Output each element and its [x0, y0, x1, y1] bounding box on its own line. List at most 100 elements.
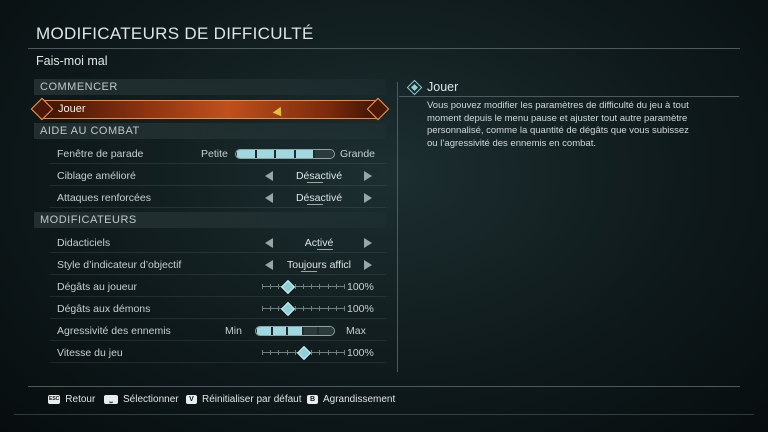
row-tutorials[interactable]: Didacticiels Activé [34, 233, 386, 253]
slider-tick [262, 306, 263, 311]
objective-indicator-label: Style d’indicateur d’objectif [57, 259, 182, 271]
slider-segment [272, 327, 287, 335]
page-title: MODIFICATEURS DE DIFFICULTÉ [36, 24, 314, 43]
hint-reset[interactable]: V Réinitialiser par défaut [186, 394, 302, 405]
attacks-prev-arrow-icon[interactable] [265, 193, 273, 203]
slider-tick [311, 284, 312, 289]
aggression-max-label: Max [346, 325, 366, 337]
row-aim-assist[interactable]: Ciblage amélioré Désactivé [34, 166, 386, 186]
slider-tick [303, 306, 304, 311]
slider-tick [270, 350, 271, 355]
section-start-label: COMMENCER [40, 81, 118, 93]
objective-option-indicator [301, 271, 317, 272]
title-divider [28, 48, 740, 49]
parry-max-label: Grande [340, 148, 376, 160]
slider-segment [256, 150, 275, 158]
row-parry-window[interactable]: Fenêtre de parade Petite Grande [34, 144, 386, 164]
slider-segment [319, 327, 333, 335]
bottom-frame-line [14, 414, 754, 415]
play-button[interactable]: Jouer [30, 97, 390, 121]
slider-segment [315, 150, 333, 158]
row-separator [50, 318, 386, 319]
tutorials-option-indicator [317, 249, 333, 250]
slider-tick [344, 284, 345, 289]
slider-tick [270, 306, 271, 311]
damage-to-demons-label: Dégâts aux démons [57, 303, 151, 315]
row-separator [50, 274, 386, 275]
description-body: Vous pouvez modifier les paramètres de d… [427, 100, 689, 149]
aim-assist-value: Désactivé [295, 170, 343, 182]
row-enemy-aggression[interactable]: Agressivité des ennemis Min Max [34, 321, 386, 341]
section-modifiers-label: MODIFICATEURS [40, 214, 137, 226]
slider-tick [287, 350, 288, 355]
hint-select[interactable]: ⎵ Sélectionner [104, 394, 179, 405]
enhanced-attacks-label: Attaques renforcées [57, 192, 151, 204]
description-divider [399, 96, 739, 97]
section-combat-assist: AIDE AU COMBAT [34, 123, 386, 139]
row-separator [50, 362, 386, 363]
space-key-icon: ⎵ [104, 395, 118, 404]
slider-tick [344, 350, 345, 355]
enemy-aggression-slider[interactable] [255, 326, 335, 336]
esc-key-icon: ESC [48, 395, 61, 404]
hint-back[interactable]: ESC Retour [48, 394, 95, 405]
objective-next-arrow-icon[interactable] [364, 260, 372, 270]
slider-tick [328, 306, 329, 311]
slider-tick [319, 350, 320, 355]
objective-indicator-value: Toujours afficl [286, 259, 351, 271]
slider-tick [336, 350, 337, 355]
row-game-speed[interactable]: Vitesse du jeu 100% [34, 343, 386, 363]
damage-to-demons-slider[interactable] [262, 299, 345, 319]
objective-prev-arrow-icon[interactable] [265, 260, 273, 270]
row-separator [50, 185, 386, 186]
damage-to-player-slider[interactable] [262, 277, 345, 297]
row-damage-to-player[interactable]: Dégâts au joueur 100% [34, 277, 386, 297]
attacks-next-arrow-icon[interactable] [364, 193, 372, 203]
damage-to-demons-value: 100% [347, 303, 374, 315]
row-separator [50, 252, 386, 253]
hint-zoom[interactable]: B Agrandissement [307, 394, 395, 405]
slider-segment [257, 327, 271, 335]
parry-window-slider[interactable] [235, 149, 335, 159]
hint-select-label: Sélectionner [123, 394, 179, 405]
game-speed-slider[interactable] [262, 343, 345, 363]
slider-tick [328, 350, 329, 355]
panel-divider [397, 82, 398, 372]
slider-tick [328, 284, 329, 289]
slider-tick [278, 284, 279, 289]
row-objective-indicator[interactable]: Style d’indicateur d’objectif Toujours a… [34, 255, 386, 275]
slider-tick [336, 284, 337, 289]
tutorials-prev-arrow-icon[interactable] [265, 238, 273, 248]
tutorials-label: Didacticiels [57, 237, 111, 249]
slider-segment [276, 150, 294, 158]
aim-prev-arrow-icon[interactable] [265, 171, 273, 181]
slider-tick [270, 284, 271, 289]
play-button-label: Jouer [58, 103, 86, 115]
row-enhanced-attacks[interactable]: Attaques renforcées Désactivé [34, 188, 386, 208]
slider-knob-icon[interactable] [280, 301, 296, 317]
b-key-icon: B [307, 395, 318, 404]
slider-tick [319, 306, 320, 311]
section-modifiers: MODIFICATEURS [34, 212, 386, 228]
slider-tick [311, 306, 312, 311]
row-damage-to-demons[interactable]: Dégâts aux démons 100% [34, 299, 386, 319]
slider-segment [303, 327, 318, 335]
enemy-aggression-label: Agressivité des ennemis [57, 325, 171, 337]
slider-tick [278, 350, 279, 355]
hint-back-label: Retour [65, 394, 96, 405]
slider-segment [237, 150, 255, 158]
damage-to-player-value: 100% [347, 281, 374, 293]
row-separator [50, 163, 386, 164]
hint-zoom-label: Agrandissement [323, 394, 396, 405]
slider-tick [278, 306, 279, 311]
hint-reset-label: Réinitialiser par défaut [202, 394, 302, 405]
slider-knob-icon[interactable] [280, 279, 296, 295]
aim-next-arrow-icon[interactable] [364, 171, 372, 181]
tutorials-next-arrow-icon[interactable] [364, 238, 372, 248]
slider-tick [336, 306, 337, 311]
slider-segment [295, 150, 314, 158]
v-key-icon: V [186, 395, 197, 404]
slider-knob-icon[interactable] [296, 345, 312, 361]
slider-tick [344, 306, 345, 311]
enhanced-attacks-value: Désactivé [295, 192, 343, 204]
